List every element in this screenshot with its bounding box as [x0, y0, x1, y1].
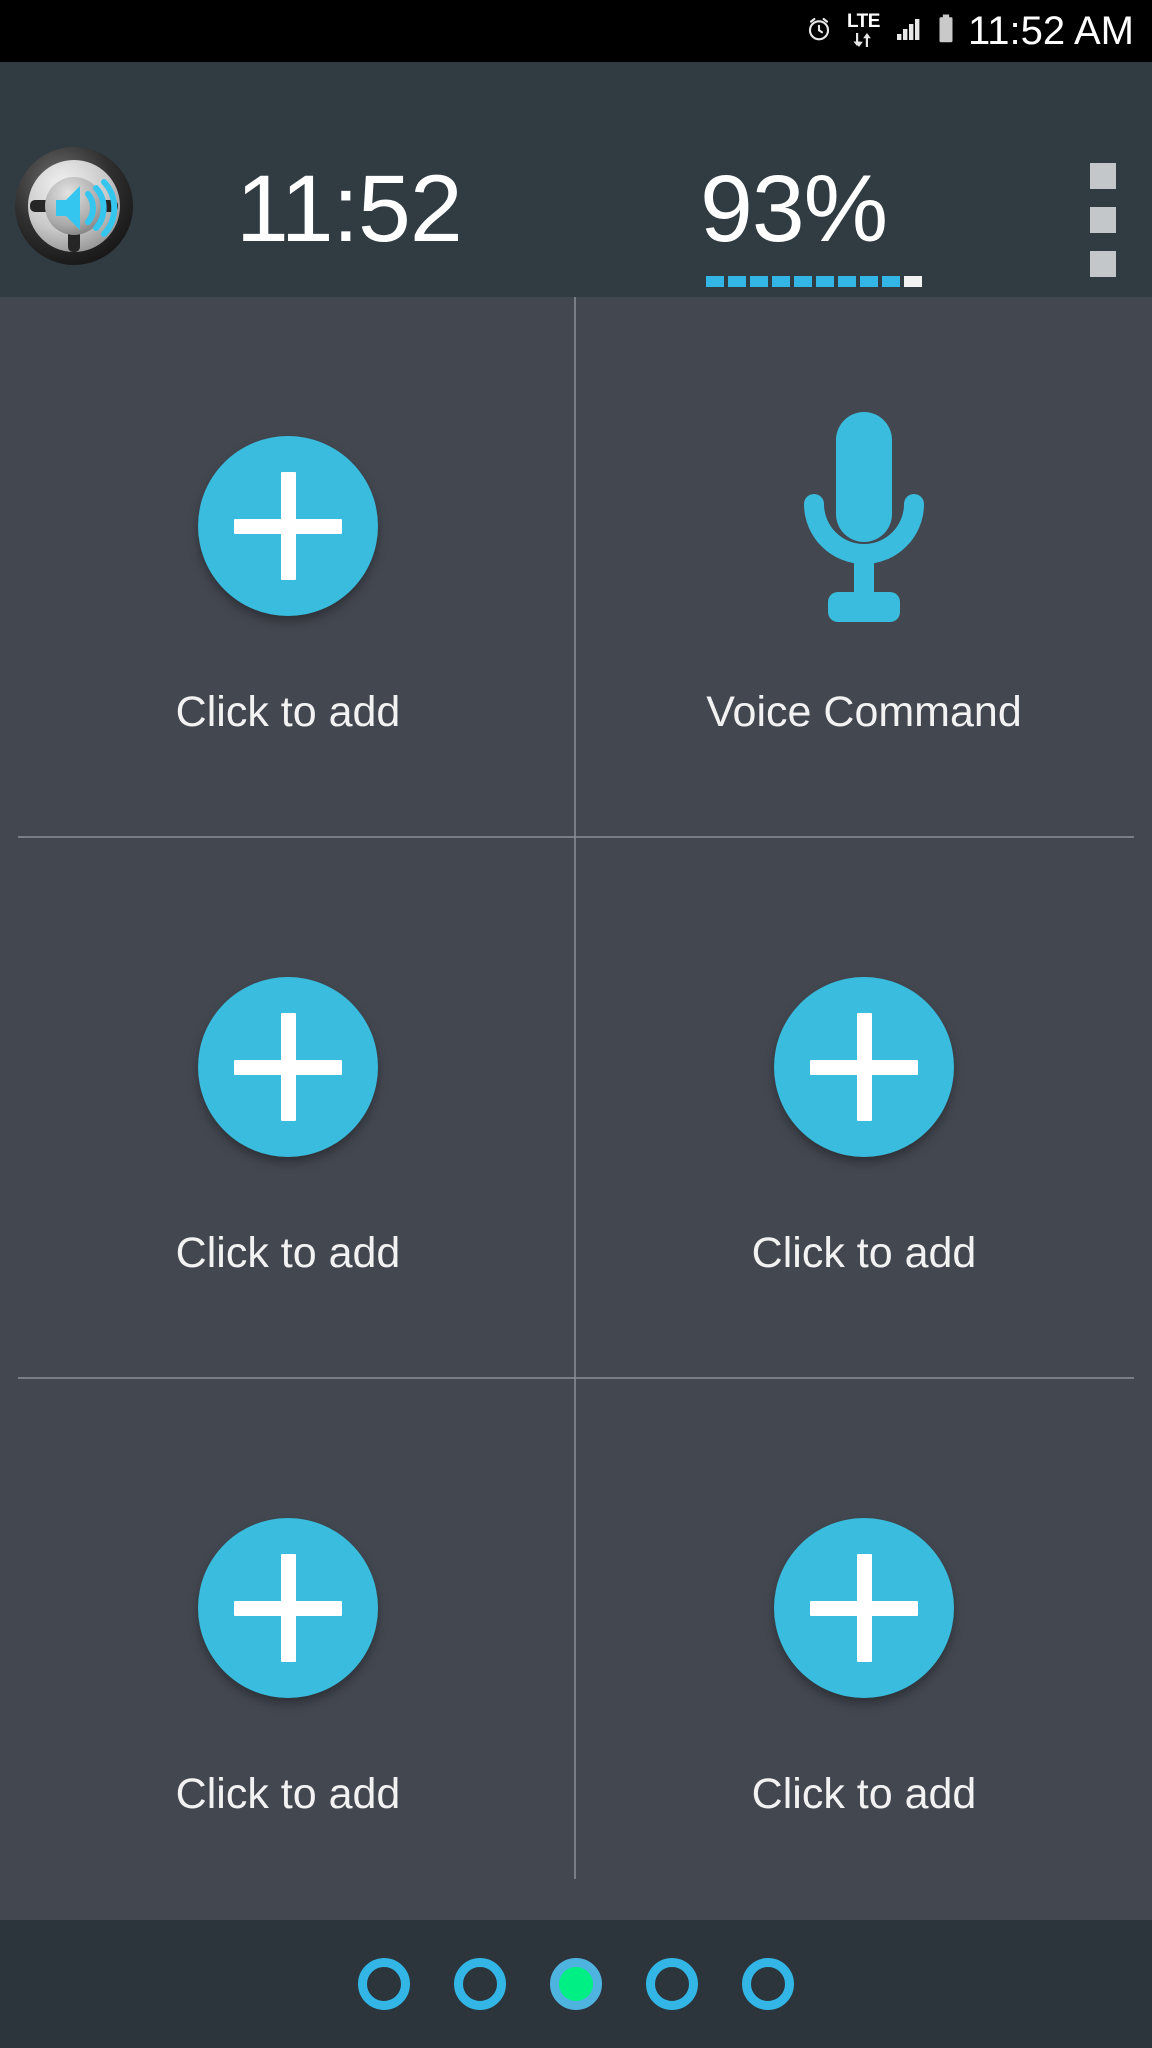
grid-cell-label: Click to add	[751, 1229, 977, 1277]
grid-cell-add-1[interactable]: Click to add	[0, 297, 576, 838]
grid-cell-label: Click to add	[175, 1770, 401, 1818]
battery-segment	[838, 276, 856, 287]
lte-data-icon: LTE	[847, 12, 880, 51]
grid-cell-label: Voice Command	[706, 688, 1022, 736]
steering-wheel-speaker-icon[interactable]	[12, 144, 136, 268]
cell-icon-wrap	[774, 1483, 954, 1733]
plus-icon	[774, 977, 954, 1157]
grid-divider-vertical	[574, 838, 576, 1379]
shortcut-grid: Click to add Voice Command Click to add …	[0, 297, 1152, 1920]
grid-divider-vertical	[574, 297, 576, 838]
system-status-bar: LTE 11:52 AM	[0, 0, 1152, 62]
grid-cell-label: Click to add	[751, 1770, 977, 1818]
cell-icon-wrap	[198, 1483, 378, 1733]
battery-percent-label: 93%	[700, 156, 888, 262]
battery-segment	[750, 276, 768, 287]
cell-icon-wrap	[774, 401, 954, 651]
car-mode-home-screen: LTE 11:52 AM 11:52 93% Click to add Voic…	[0, 0, 1152, 2048]
page-dot-1[interactable]	[358, 1958, 410, 2010]
grid-cell-add-5[interactable]: Click to add	[576, 1379, 1152, 1920]
overflow-dot	[1090, 251, 1116, 277]
page-dot-5[interactable]	[742, 1958, 794, 2010]
grid-row: Click to add Click to add	[0, 1379, 1152, 1920]
plus-icon	[198, 436, 378, 616]
grid-cell-voice-command[interactable]: Voice Command	[576, 297, 1152, 838]
battery-indicator: 93%	[700, 162, 950, 287]
battery-segment	[904, 276, 922, 287]
battery-segment-bar	[706, 276, 928, 287]
battery-segment	[860, 276, 878, 287]
page-dot-3-active[interactable]	[550, 1958, 602, 2010]
battery-segment	[882, 276, 900, 287]
grid-row: Click to add Click to add	[0, 838, 1152, 1379]
grid-cell-label: Click to add	[175, 688, 401, 736]
signal-bars-icon	[893, 14, 923, 49]
battery-segment	[706, 276, 724, 287]
page-dot-2[interactable]	[454, 1958, 506, 2010]
app-header-bar: 11:52 93%	[0, 62, 1152, 297]
battery-segment	[816, 276, 834, 287]
grid-cell-add-2[interactable]: Click to add	[0, 838, 576, 1379]
battery-segment	[772, 276, 790, 287]
microphone-icon	[774, 404, 954, 649]
cell-icon-wrap	[774, 942, 954, 1192]
plus-icon	[774, 1518, 954, 1698]
grid-row: Click to add Voice Command	[0, 297, 1152, 838]
grid-cell-add-4[interactable]: Click to add	[0, 1379, 576, 1920]
grid-divider-vertical	[574, 1379, 576, 1879]
cell-icon-wrap	[198, 942, 378, 1192]
page-indicator-bar	[0, 1920, 1152, 2048]
overflow-dot	[1090, 207, 1116, 233]
alarm-clock-icon	[804, 14, 834, 49]
cell-icon-wrap	[198, 401, 378, 651]
battery-icon	[936, 13, 956, 50]
battery-segment	[728, 276, 746, 287]
page-dot-4[interactable]	[646, 1958, 698, 2010]
status-bar-clock: 11:52 AM	[967, 9, 1134, 53]
plus-icon	[198, 1518, 378, 1698]
overflow-menu-icon[interactable]	[1084, 157, 1122, 283]
battery-segment	[794, 276, 812, 287]
header-clock: 11:52	[236, 156, 463, 262]
plus-icon	[198, 977, 378, 1157]
status-bar-icons: LTE	[804, 12, 956, 51]
grid-cell-add-3[interactable]: Click to add	[576, 838, 1152, 1379]
overflow-dot	[1090, 163, 1116, 189]
grid-cell-label: Click to add	[175, 1229, 401, 1277]
lte-label: LTE	[846, 10, 880, 32]
